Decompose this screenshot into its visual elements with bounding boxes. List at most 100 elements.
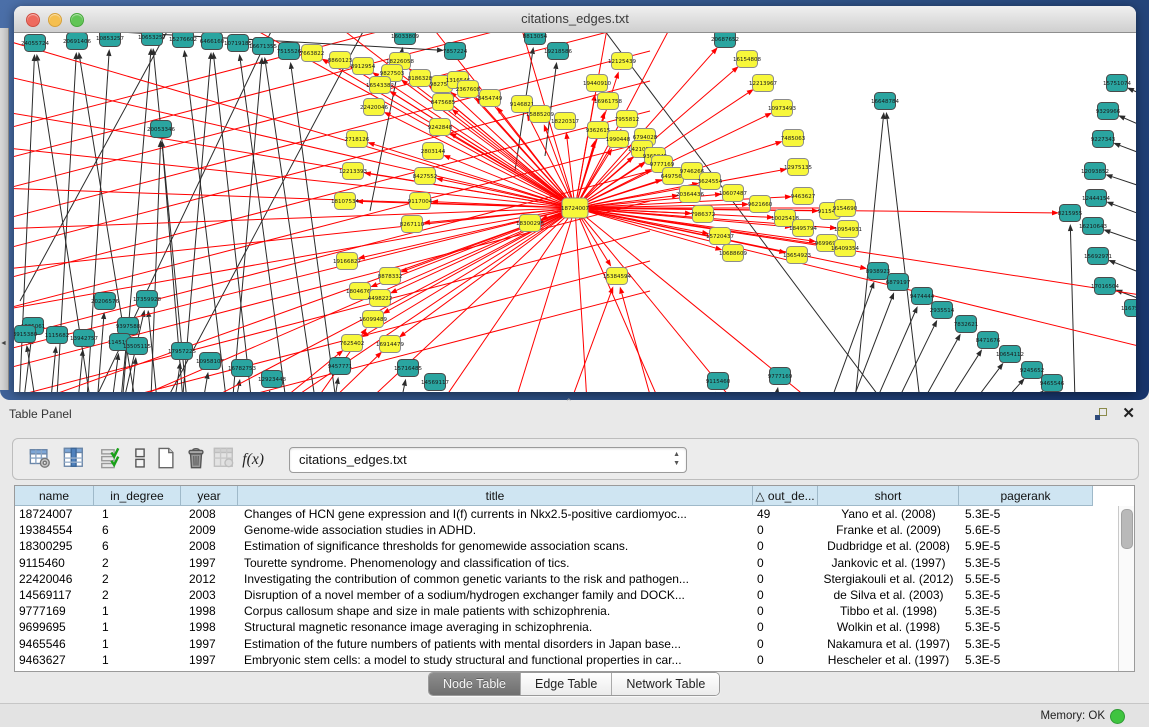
table-cell[interactable]: 9465546 — [15, 636, 94, 652]
panel-resize-grip[interactable]: ⌃ — [565, 397, 573, 408]
table-cell[interactable]: Embryonic stem cells: a model to study s… — [238, 652, 753, 668]
graph-node-1115682[interactable]: 1115682 — [45, 327, 70, 344]
graph-node-8938923[interactable]: 8938923 — [866, 263, 891, 280]
graph-node-9362615[interactable]: 9362615 — [586, 122, 611, 139]
table-cell[interactable]: Investigating the contribution of common… — [238, 571, 753, 587]
table-cell[interactable]: 2008 — [181, 506, 238, 522]
graph-node-12923448[interactable]: 12923448 — [258, 371, 286, 388]
table-cell[interactable]: 0 — [753, 587, 818, 603]
graph-node-9474444[interactable]: 9474444 — [910, 288, 935, 305]
graph-node-15720437[interactable]: 15720437 — [706, 228, 734, 245]
graph-node-13505115[interactable]: 13505115 — [123, 338, 151, 355]
table-cell[interactable]: 5.3E-5 — [959, 652, 1093, 668]
table-cell[interactable]: Franke et al. (2009) — [818, 522, 959, 538]
graph-node-15384594[interactable]: 15384594 — [603, 268, 631, 285]
graph-node-9777169[interactable]: 9777169 — [768, 368, 793, 385]
table-cell[interactable]: 5.6E-5 — [959, 522, 1093, 538]
graph-node-18300295[interactable]: 18300295 — [516, 215, 544, 232]
table-cell[interactable]: 1 — [94, 619, 181, 635]
graph-node-18724007[interactable]: 18724007 — [561, 198, 589, 218]
graph-node-9465546[interactable]: 9465546 — [1040, 375, 1065, 392]
graph-node-9397588[interactable]: 9397588 — [116, 318, 141, 335]
graph-node-19440910[interactable]: 19440910 — [583, 75, 611, 92]
graph-node-13654923[interactable]: 13654923 — [783, 247, 811, 264]
table-cell[interactable]: 0 — [753, 636, 818, 652]
table-cell[interactable]: Structural magnetic resonance image aver… — [238, 619, 753, 635]
table-scrollbar[interactable] — [1118, 506, 1134, 671]
graph-node-9457771[interactable]: 9457771 — [328, 358, 353, 375]
graph-node-2803144[interactable]: 2803144 — [421, 143, 446, 160]
graph-node-12125439[interactable]: 12125439 — [608, 53, 636, 70]
graph-node-7663822[interactable]: 7663822 — [300, 45, 325, 62]
delete-column-icon[interactable] — [211, 445, 237, 471]
table-cell[interactable]: 9115460 — [15, 555, 94, 571]
merge-tables-icon[interactable] — [127, 445, 153, 471]
graph-node-7485063[interactable]: 7485063 — [781, 130, 806, 147]
table-cell[interactable]: 1997 — [181, 555, 238, 571]
graph-node-11675358[interactable]: 11675358 — [1121, 300, 1136, 317]
tab-network-table[interactable]: Network Table — [612, 673, 719, 695]
graph-node-12975135[interactable]: 12975135 — [784, 159, 812, 176]
table-cell[interactable]: 1998 — [181, 603, 238, 619]
table-cell[interactable]: de Silva et al. (2003) — [818, 587, 959, 603]
graph-node-14569117[interactable]: 14569117 — [421, 374, 449, 391]
column-header-out_de[interactable]: △ out_de... — [753, 486, 818, 506]
graph-node-8878332[interactable]: 8878332 — [378, 268, 403, 285]
table-cell[interactable]: 5.3E-5 — [959, 587, 1093, 603]
graph-node-7515526[interactable]: 7515526 — [277, 43, 302, 60]
graph-node-13942757[interactable]: 13942757 — [70, 330, 98, 347]
graph-node-10958107[interactable]: 10958107 — [196, 353, 224, 370]
graph-node-9227343[interactable]: 9227343 — [1091, 131, 1116, 148]
graph-node-9621660[interactable]: 9621660 — [748, 196, 773, 213]
graph-node-15716485[interactable]: 15716485 — [394, 360, 422, 377]
table-cell[interactable]: 1 — [94, 652, 181, 668]
table-cell[interactable]: Genome-wide association studies in ADHD. — [238, 522, 753, 538]
table-cell[interactable]: Dudbridge et al. (2008) — [818, 538, 959, 554]
table-cell[interactable]: 19384554 — [15, 522, 94, 538]
close-panel-icon[interactable]: ✕ — [1122, 404, 1135, 422]
table-cell[interactable]: Wolkin et al. (1998) — [818, 619, 959, 635]
graph-node-12213967[interactable]: 12213967 — [749, 75, 777, 92]
graph-node-8454749[interactable]: 8454749 — [478, 90, 503, 107]
window-titlebar[interactable]: citations_edges.txt — [14, 6, 1136, 33]
table-cell[interactable]: Hescheler et al. (1997) — [818, 652, 959, 668]
graph-node-7955812[interactable]: 7955812 — [615, 111, 640, 128]
graph-node-16033809[interactable]: 16033809 — [391, 33, 419, 45]
graph-node-20053346[interactable]: 20053346 — [147, 121, 175, 138]
new-table-icon[interactable] — [153, 445, 179, 471]
table-cell[interactable]: 0 — [753, 522, 818, 538]
graph-node-8215955[interactable]: 8215955 — [1058, 205, 1083, 222]
column-display-icon[interactable] — [61, 445, 87, 471]
table-cell[interactable]: 2008 — [181, 538, 238, 554]
table-cell[interactable]: 5.3E-5 — [959, 506, 1093, 522]
graph-node-6879197[interactable]: 6879197 — [886, 274, 911, 291]
table-cell[interactable]: Tourette syndrome. Phenomenology and cla… — [238, 555, 753, 571]
table-cell[interactable]: 2 — [94, 555, 181, 571]
column-header-in_degree[interactable]: in_degree — [94, 486, 181, 506]
graph-node-20691406[interactable]: 20691406 — [63, 33, 91, 50]
graph-node-3624554[interactable]: 3624554 — [698, 173, 723, 190]
table-cell[interactable]: Changes of HCN gene expression and I(f) … — [238, 506, 753, 522]
graph-node-12213393[interactable]: 12213393 — [339, 163, 367, 180]
tab-node-table[interactable]: Node Table — [429, 673, 521, 695]
graph-node-16154808[interactable]: 16154808 — [733, 51, 761, 68]
table-cell[interactable]: 0 — [753, 652, 818, 668]
column-header-pagerank[interactable]: pagerank — [959, 486, 1093, 506]
table-cell[interactable]: Estimation of significance thresholds fo… — [238, 538, 753, 554]
table-cell[interactable]: 5.3E-5 — [959, 619, 1093, 635]
float-panel-icon[interactable] — [1093, 406, 1109, 422]
table-scrollbar-thumb[interactable] — [1121, 509, 1133, 549]
graph-node-10973493[interactable]: 10973493 — [768, 100, 796, 117]
graph-node-8267110[interactable]: 8267110 — [400, 216, 425, 233]
memory-status-indicator[interactable] — [1110, 709, 1125, 724]
table-cell[interactable]: 0 — [753, 538, 818, 554]
graph-node-10653257[interactable]: 10653257 — [138, 33, 166, 46]
table-cell[interactable]: 9777169 — [15, 603, 94, 619]
table-cell[interactable]: Nakamura et al. (1997) — [818, 636, 959, 652]
graph-node-8427552[interactable]: 8427552 — [413, 168, 438, 185]
graph-node-8860123[interactable]: 8860123 — [328, 52, 353, 69]
graph-node-1990448[interactable]: 1990448 — [606, 131, 631, 148]
graph-node-18495794[interactable]: 18495794 — [789, 220, 817, 237]
graph-node-2367608[interactable]: 2367608 — [456, 81, 481, 98]
graph-node-16099489[interactable]: 16099489 — [359, 311, 387, 328]
